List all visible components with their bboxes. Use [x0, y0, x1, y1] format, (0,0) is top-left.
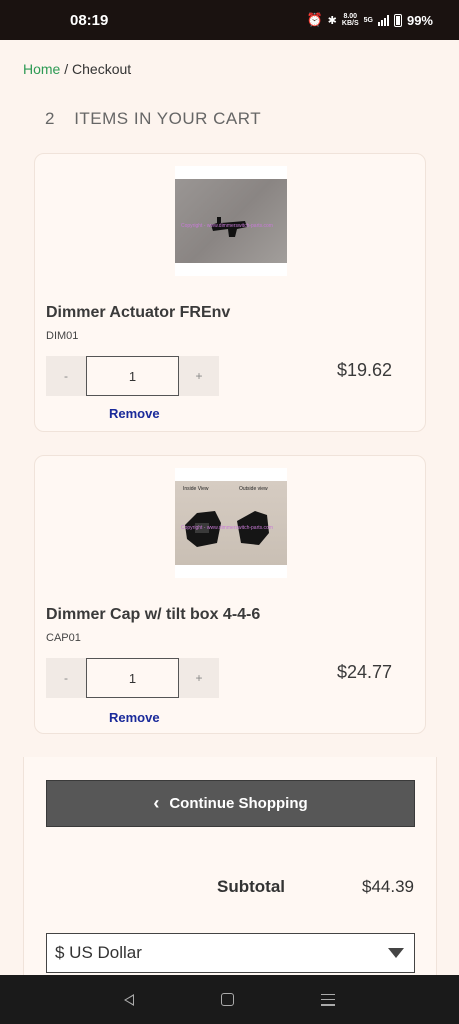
image-watermark: Copyright - www.dimmerswitch-parts.com: [181, 525, 273, 531]
breadcrumb-home-link[interactable]: Home: [23, 61, 60, 77]
quantity-decrease-button[interactable]: -: [46, 356, 86, 396]
product-sku: DIM01: [46, 330, 79, 342]
bluetooth-icon: ✱: [327, 14, 337, 27]
alarm-icon: ⏰: [306, 12, 323, 27]
net-speed-unit: KB/S: [341, 20, 359, 27]
status-time: 08:19: [70, 11, 109, 29]
continue-shopping-button[interactable]: ‹ Continue Shopping: [46, 780, 415, 827]
product-photo: Inside View Outside view Copyright - www…: [175, 481, 287, 565]
network-type: 5G: [363, 16, 373, 24]
battery-icon: [393, 13, 402, 27]
product-sku: CAP01: [46, 632, 81, 644]
cart-item: Copyright - www.dimmerswitch-parts.com D…: [34, 153, 426, 432]
image-label-outside: Outside view: [239, 486, 268, 492]
net-speed-value: 8.00: [343, 13, 358, 20]
nav-recents-icon[interactable]: [321, 993, 336, 1006]
breadcrumb-separator: /: [64, 61, 69, 77]
quantity-increase-button[interactable]: +: [179, 356, 219, 396]
actuator-shape: [211, 217, 247, 237]
chevron-left-icon: ‹: [153, 793, 160, 813]
network-speed: 8.00 KB/S: [342, 13, 359, 27]
cap-shapes: [185, 511, 269, 547]
breadcrumb: Home / Checkout: [23, 61, 131, 77]
nav-home-icon[interactable]: [220, 993, 234, 1006]
status-bar: 08:19 ⏰ ✱ 8.00 KB/S 5G 99%: [0, 0, 459, 40]
subtotal-label: Subtotal: [217, 877, 285, 896]
caret-down-icon: [388, 948, 404, 958]
remove-link[interactable]: Remove: [109, 406, 160, 421]
order-summary: ‹ Continue Shopping Subtotal $44.39 $ US…: [23, 757, 437, 987]
product-name[interactable]: Dimmer Cap w/ tilt box 4-4-6: [46, 606, 260, 624]
product-image[interactable]: Copyright - www.dimmerswitch-parts.com: [175, 166, 287, 276]
cart-item: Inside View Outside view Copyright - www…: [34, 455, 426, 734]
nav-back-icon[interactable]: [123, 993, 134, 1006]
battery-level: 99%: [406, 12, 433, 28]
image-watermark: Copyright - www.dimmerswitch-parts.com: [181, 223, 273, 229]
continue-shopping-label: Continue Shopping: [169, 795, 308, 812]
system-nav-bar: [0, 975, 459, 1024]
subtotal-value: $44.39: [362, 877, 414, 896]
remove-link[interactable]: Remove: [109, 710, 160, 725]
product-price: $19.62: [336, 360, 392, 380]
product-image[interactable]: Inside View Outside view Copyright - www…: [175, 468, 287, 578]
signal-icon: [377, 14, 389, 26]
cart-count: 2: [45, 109, 55, 128]
quantity-decrease-button[interactable]: -: [46, 658, 86, 698]
quantity-input[interactable]: 1: [86, 658, 179, 698]
cart-heading: 2 ITEMS IN YOUR CART: [45, 109, 261, 129]
currency-select[interactable]: $ US Dollar: [46, 933, 415, 973]
quantity-input[interactable]: 1: [86, 356, 179, 396]
product-price: $24.77: [336, 662, 392, 682]
currency-selected: $ US Dollar: [55, 943, 142, 962]
quantity-increase-button[interactable]: +: [179, 658, 219, 698]
breadcrumb-current: Checkout: [72, 61, 132, 77]
product-name[interactable]: Dimmer Actuator FREnv: [46, 304, 230, 322]
quantity-stepper: - 1 +: [46, 356, 219, 396]
cart-heading-text: ITEMS IN YOUR CART: [74, 109, 262, 128]
product-photo: Copyright - www.dimmerswitch-parts.com: [175, 179, 287, 263]
quantity-stepper: - 1 +: [46, 658, 219, 698]
image-label-inside: Inside View: [183, 486, 209, 492]
status-icons: ⏰ ✱ 8.00 KB/S 5G 99%: [306, 12, 433, 28]
